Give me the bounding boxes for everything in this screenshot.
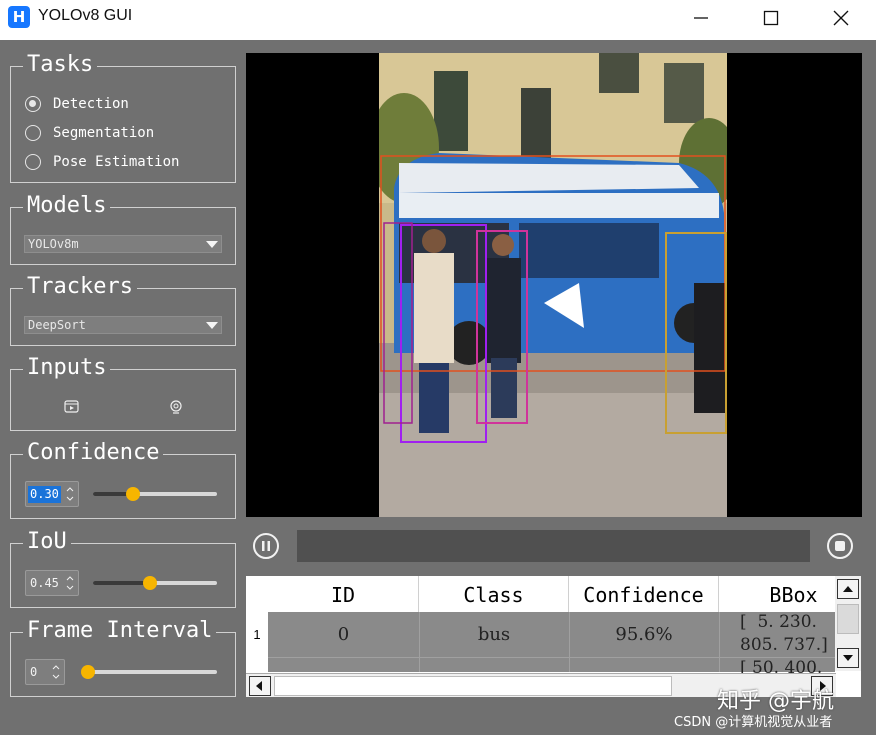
title-bar: H YOLOv8 GUI [0,0,876,40]
frame-interval-spinbox[interactable]: 0 [25,659,65,685]
table-vertical-scrollbar[interactable] [835,576,861,671]
confidence-group: Confidence 0.30 [10,440,236,519]
minimize-button[interactable] [666,0,736,36]
video-display [246,53,862,517]
row-header[interactable]: 1 [246,612,268,657]
chevron-down-icon [843,655,853,661]
slider-fill [93,581,150,585]
chevron-left-icon [256,681,262,691]
table-cell-class[interactable]: bus [419,612,569,657]
scroll-up-button[interactable] [837,579,859,599]
window-title: YOLOv8 GUI [38,7,133,24]
table-cell-confidence[interactable]: 95.6% [569,612,719,657]
video-frame [379,53,727,517]
close-button[interactable] [806,0,876,36]
scroll-left-button[interactable] [249,676,271,696]
radio-checked-icon [25,96,41,112]
chevron-down-icon [206,241,218,248]
task-segmentation-radio[interactable]: Segmentation [25,123,154,143]
trackers-group: Trackers DeepSort [10,274,236,346]
trackers-title: Trackers [23,274,137,300]
tracker-select[interactable]: DeepSort [24,316,222,334]
table-cell-id[interactable]: 0 [268,612,419,657]
row-header[interactable] [246,657,268,672]
tracker-select-value: DeepSort [28,318,86,332]
table-corner[interactable] [246,576,268,612]
scroll-thumb[interactable] [837,604,859,634]
column-header-confidence[interactable]: Confidence [569,576,719,612]
slider-handle[interactable] [126,487,140,501]
slider-handle[interactable] [81,665,95,679]
models-group: Models YOLOv8m [10,193,236,265]
iou-title: IoU [23,529,71,555]
spin-up-icon[interactable] [66,575,74,581]
task-detection-radio[interactable]: Detection [25,94,129,114]
frame-interval-slider[interactable] [81,664,217,680]
frame-interval-value[interactable]: 0 [28,664,39,681]
models-title: Models [23,193,111,219]
slider-track [81,670,217,674]
confidence-value[interactable]: 0.30 [28,486,61,503]
confidence-spinbox[interactable]: 0.30 [25,481,79,507]
iou-spinbox[interactable]: 0.45 [25,570,79,596]
video-progress-bar[interactable] [297,530,810,562]
iou-value[interactable]: 0.45 [28,575,61,592]
inputs-title: Inputs [23,355,111,381]
column-header-class[interactable]: Class [419,576,569,612]
task-detection-label: Detection [53,96,129,112]
spin-up-icon[interactable] [66,486,74,492]
pause-icon [262,541,270,551]
iou-slider[interactable] [93,575,217,591]
table-cell-bbox[interactable]: 805. 737.] [740,634,835,656]
frame-interval-group: Frame Interval 0 [10,618,236,697]
iou-group: IoU 0.45 [10,529,236,608]
confidence-slider[interactable] [93,486,217,502]
spin-down-icon[interactable] [52,674,60,680]
video-file-icon[interactable] [63,399,81,415]
confidence-title: Confidence [23,440,164,466]
task-pose-radio[interactable]: Pose Estimation [25,152,179,172]
scroll-thumb[interactable] [274,676,672,696]
close-icon [833,10,849,26]
minimize-icon [694,17,708,19]
frame-interval-title: Frame Interval [23,618,217,644]
app-icon: H [8,6,30,28]
maximize-icon [763,10,779,26]
radio-unchecked-icon [25,125,41,141]
stop-button[interactable] [827,533,853,559]
scroll-down-button[interactable] [837,648,859,668]
model-select-value: YOLOv8m [28,237,79,251]
radio-unchecked-icon [25,154,41,170]
model-select[interactable]: YOLOv8m [24,235,222,253]
pause-button[interactable] [253,533,279,559]
webcam-icon[interactable] [167,399,185,415]
chevron-down-icon [206,322,218,329]
credit-text: CSDN @计算机视觉从业者 [674,715,833,730]
spin-up-icon[interactable] [52,664,60,670]
chevron-up-icon [843,586,853,592]
inputs-group: Inputs [10,355,236,431]
slider-handle[interactable] [142,576,157,590]
spin-down-icon[interactable] [66,496,74,502]
column-header-id[interactable]: ID [268,576,419,612]
maximize-button[interactable] [736,0,806,36]
tasks-title: Tasks [23,52,98,78]
task-segmentation-label: Segmentation [53,125,155,141]
tasks-group: Tasks Detection Segmentation Pose Estima… [10,52,236,183]
task-pose-label: Pose Estimation [53,154,180,170]
spin-down-icon[interactable] [66,585,74,591]
grid-line [719,612,720,672]
table-cell-bbox[interactable]: [ 5. 230. [740,611,835,633]
